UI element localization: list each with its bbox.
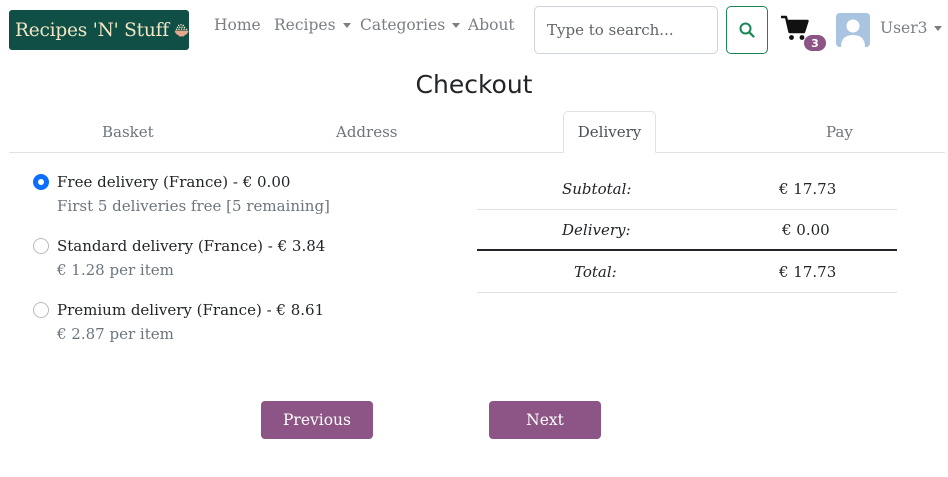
nav-recipes-label: Recipes — [274, 16, 336, 34]
summary-total-divider — [477, 249, 897, 251]
delivery-cost-value: € 0.00 — [782, 221, 830, 239]
option-label: Standard delivery (France) - € 3.84 — [57, 237, 326, 255]
caret-down-icon — [934, 25, 943, 31]
tab-pay[interactable]: Pay — [826, 123, 853, 141]
summary-divider — [477, 209, 897, 210]
option-label: Free delivery (France) - € 0.00 — [57, 173, 291, 191]
user-avatar[interactable] — [836, 13, 870, 47]
nav-categories-label: Categories — [360, 16, 446, 34]
total-value: € 17.73 — [779, 263, 837, 281]
tabs-divider — [9, 152, 945, 153]
user-name: User3 — [880, 19, 928, 37]
subtotal-value: € 17.73 — [779, 180, 837, 198]
delivery-cost-label: Delivery: — [562, 221, 631, 239]
search-icon — [739, 22, 755, 38]
option-description: First 5 deliveries free [5 remaining] — [57, 197, 330, 215]
previous-button[interactable]: Previous — [261, 401, 373, 439]
subtotal-label: Subtotal: — [562, 180, 632, 198]
cart-count-badge: 3 — [804, 35, 826, 51]
search-input[interactable] — [534, 6, 718, 54]
option-label: Premium delivery (France) - € 8.61 — [57, 301, 325, 319]
rice-bowl-icon — [174, 24, 189, 37]
summary-divider — [477, 292, 897, 293]
total-label: Total: — [574, 263, 617, 281]
brand-name: Recipes 'N' Stuff — [15, 19, 169, 41]
nav-categories-dropdown[interactable]: Categories — [360, 16, 461, 34]
tab-basket[interactable]: Basket — [102, 123, 154, 141]
nav-about[interactable]: About — [468, 16, 515, 34]
nav-recipes-dropdown[interactable]: Recipes — [274, 16, 351, 34]
user-avatar-icon — [836, 13, 870, 47]
tab-delivery[interactable]: Delivery — [563, 111, 656, 153]
radio-premium-delivery[interactable] — [33, 302, 49, 318]
radio-free-delivery[interactable] — [33, 174, 49, 190]
option-description: € 2.87 per item — [57, 325, 174, 343]
radio-standard-delivery[interactable] — [33, 238, 49, 254]
caret-down-icon — [452, 22, 461, 28]
user-menu-dropdown[interactable]: User3 — [880, 19, 943, 37]
option-description: € 1.28 per item — [57, 261, 174, 279]
nav-home[interactable]: Home — [214, 16, 261, 34]
caret-down-icon — [342, 22, 351, 28]
page-title: Checkout — [415, 70, 533, 99]
next-button[interactable]: Next — [489, 401, 601, 439]
tab-address[interactable]: Address — [336, 123, 397, 141]
cart-button[interactable]: 3 — [780, 14, 826, 54]
search-button[interactable] — [726, 6, 768, 54]
brand-logo[interactable]: Recipes 'N' Stuff — [9, 10, 189, 50]
